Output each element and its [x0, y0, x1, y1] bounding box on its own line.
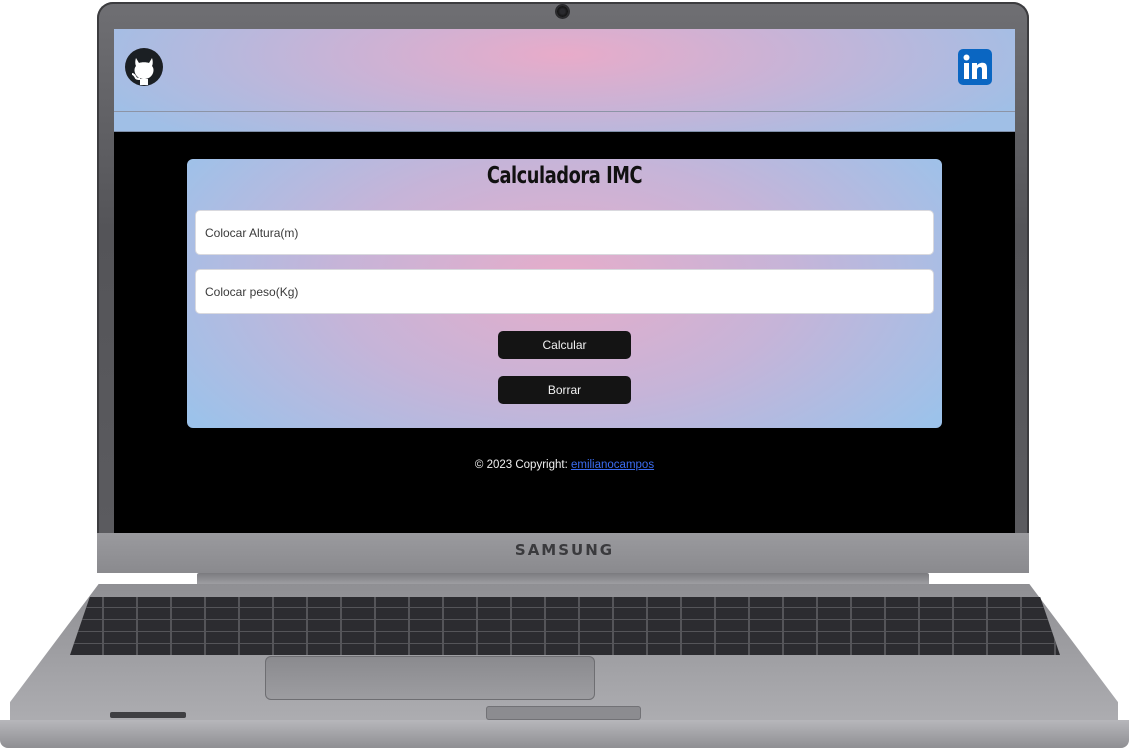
laptop-front-notch	[486, 706, 641, 720]
footer-author-link[interactable]: emilianocampos	[571, 459, 654, 471]
footer: © 2023 Copyright: emilianocampos	[114, 459, 1015, 471]
page-title: Calculadora IMC	[486, 163, 643, 189]
navbar	[114, 29, 1015, 132]
laptop-side-slot	[110, 712, 186, 718]
laptop-brand-label: SAMSUNG	[514, 541, 615, 559]
weight-input[interactable]	[195, 269, 934, 314]
laptop-front-edge	[0, 720, 1129, 748]
footer-copyright-text: © 2023 Copyright:	[474, 459, 571, 471]
github-icon[interactable]	[124, 44, 164, 90]
linkedin-icon[interactable]	[957, 46, 993, 88]
navbar-divider	[114, 111, 1015, 112]
clear-button[interactable]: Borrar	[498, 376, 631, 404]
laptop-touchpad	[265, 656, 595, 700]
webcam	[557, 6, 568, 17]
laptop-keyboard	[70, 597, 1060, 655]
height-input[interactable]	[195, 210, 934, 255]
imc-calculator-card: Calculadora IMC Calcular Borrar	[187, 159, 942, 428]
laptop-mockup: SAMSUNG Calculadora IMC Colocar Altura(m…	[0, 0, 1129, 751]
calculate-button[interactable]: Calcular	[498, 331, 631, 359]
laptop-screen: Calculadora IMC Calcular Borrar © 2023 C…	[114, 29, 1015, 533]
